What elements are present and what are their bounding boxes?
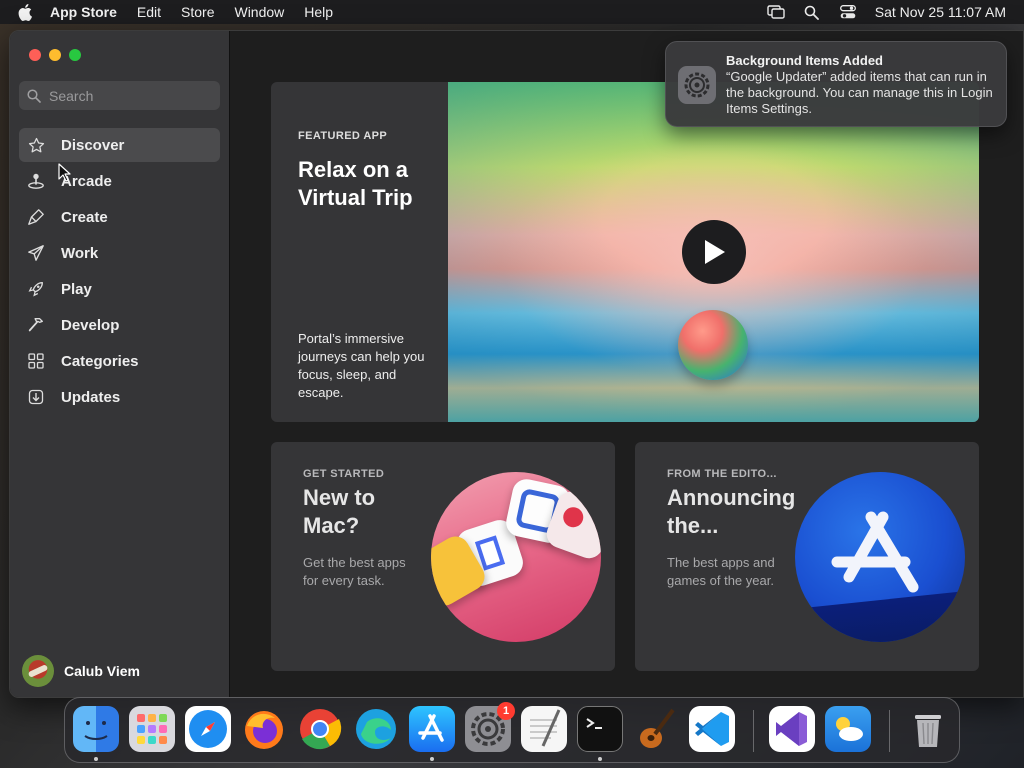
chrome-icon[interactable] [297,706,343,752]
search-field[interactable] [19,81,220,110]
hammer-icon [27,316,45,334]
garageband-icon[interactable] [633,706,679,752]
menu-app-name[interactable]: App Store [50,4,117,20]
vscode-icon[interactable] [689,706,735,752]
menu-window[interactable]: Window [234,4,284,20]
sidebar-item-discover[interactable]: Discover [19,128,220,162]
control-center-icon[interactable] [839,4,857,20]
firefox-icon[interactable] [241,706,287,752]
zoom-window-button[interactable] [69,49,81,61]
apple-menu-icon[interactable] [18,3,36,21]
download-icon [27,388,45,406]
brush-icon [27,208,45,226]
weather-icon[interactable] [825,706,871,752]
textedit-icon[interactable] [521,706,567,752]
edge-icon[interactable] [353,706,399,752]
sidebar-item-updates[interactable]: Updates [19,380,220,414]
spotlight-search-icon[interactable] [803,4,821,20]
card-eyebrow: GET STARTED [303,468,385,480]
window-controls [29,49,81,61]
background-items-notification[interactable]: Background Items Added “Google Updater” … [665,41,1007,127]
featured-text: FEATURED APP Relax on a Virtual Trip [298,130,438,212]
user-name: Calub Viem [64,663,140,679]
featured-title: Relax on a Virtual Trip [298,157,413,210]
sidebar-item-categories[interactable]: Categories [19,344,220,378]
search-input[interactable] [49,87,199,104]
minimize-window-button[interactable] [49,49,61,61]
search-icon [27,88,41,103]
sidebar-item-label: Categories [61,352,139,370]
app-store-window: Discover Arcade Create Work [9,30,1024,698]
sidebar-item-work[interactable]: Work [19,236,220,270]
account-button[interactable]: Calub Viem [22,655,140,687]
grid-icon [27,352,45,370]
play-button[interactable] [682,220,746,284]
screen-mirroring-icon[interactable] [767,4,785,20]
close-window-button[interactable] [29,49,41,61]
sidebar-nav: Discover Arcade Create Work Play Develop… [19,128,220,416]
dock-separator [753,710,754,752]
star-icon [27,136,45,154]
avatar [22,655,54,687]
sidebar-item-label: Work [61,244,99,262]
featured-app-card[interactable]: FEATURED APP Relax on a Virtual Trip Por… [271,82,979,422]
app-store-icon[interactable] [409,706,455,752]
running-indicator [430,757,434,761]
editors-choice-card[interactable]: FROM THE EDITO... Announcing the... The … [635,442,979,671]
get-started-card[interactable]: GET STARTED New to Mac? Get the best app… [271,442,615,671]
menu-clock[interactable]: Sat Nov 25 11:07 AM [875,4,1006,20]
sidebar-item-label: Updates [61,388,121,406]
visual-studio-icon[interactable] [769,706,815,752]
card-title: New to Mac? [303,485,376,538]
rocket-icon [27,280,45,298]
menu-store[interactable]: Store [181,4,214,20]
main-content: FEATURED APP Relax on a Virtual Trip Por… [231,31,1023,697]
sidebar-item-create[interactable]: Create [19,200,220,234]
mac-apps-artwork [431,472,601,642]
featured-eyebrow: FEATURED APP [298,130,388,142]
card-title: Announcing the... [667,485,796,538]
settings-gear-icon [678,66,716,104]
card-eyebrow: FROM THE EDITO... [667,468,777,480]
app-store-logo-artwork [795,472,965,642]
paper-plane-icon [27,244,45,262]
featured-description: Portal’s immersive journeys can help you… [298,331,425,400]
terminal-icon[interactable] [577,706,623,752]
sidebar-item-label: Play [61,280,92,298]
featured-artwork [448,82,979,422]
sidebar-item-label: Discover [61,136,125,154]
mouse-cursor-icon [58,163,71,182]
play-icon [705,240,725,264]
card-description: Get the best apps for every task. [303,555,406,588]
card-description: The best apps and games of the year. [667,555,775,588]
running-indicator [94,757,98,761]
running-indicator [598,757,602,761]
menu-extras: Sat Nov 25 11:07 AM [767,4,1012,20]
finder-icon[interactable] [73,706,119,752]
notification-badge: 1 [497,702,515,720]
menu-bar: App Store Edit Store Window Help Sat Nov… [0,0,1024,24]
app-store-a-icon [831,511,919,593]
sidebar-item-arcade[interactable]: Arcade [19,164,220,198]
sidebar-item-play[interactable]: Play [19,272,220,306]
menu-help[interactable]: Help [304,4,333,20]
orb-graphic [678,310,748,380]
launchpad-icon[interactable] [129,706,175,752]
notification-title: Background Items Added [726,53,883,68]
sidebar-item-develop[interactable]: Develop [19,308,220,342]
dock-separator [889,710,890,752]
notification-body: “Google Updater” added items that can ru… [726,69,993,116]
trash-icon[interactable] [905,706,951,752]
card-text: GET STARTED New to Mac? Get the best app… [303,468,423,590]
card-text: FROM THE EDITO... Announcing the... The … [667,468,796,590]
joystick-icon [27,172,45,190]
sidebar-item-label: Develop [61,316,120,334]
safari-icon[interactable] [185,706,231,752]
menu-edit[interactable]: Edit [137,4,161,20]
sidebar: Discover Arcade Create Work [10,31,230,697]
sidebar-item-label: Create [61,208,108,226]
